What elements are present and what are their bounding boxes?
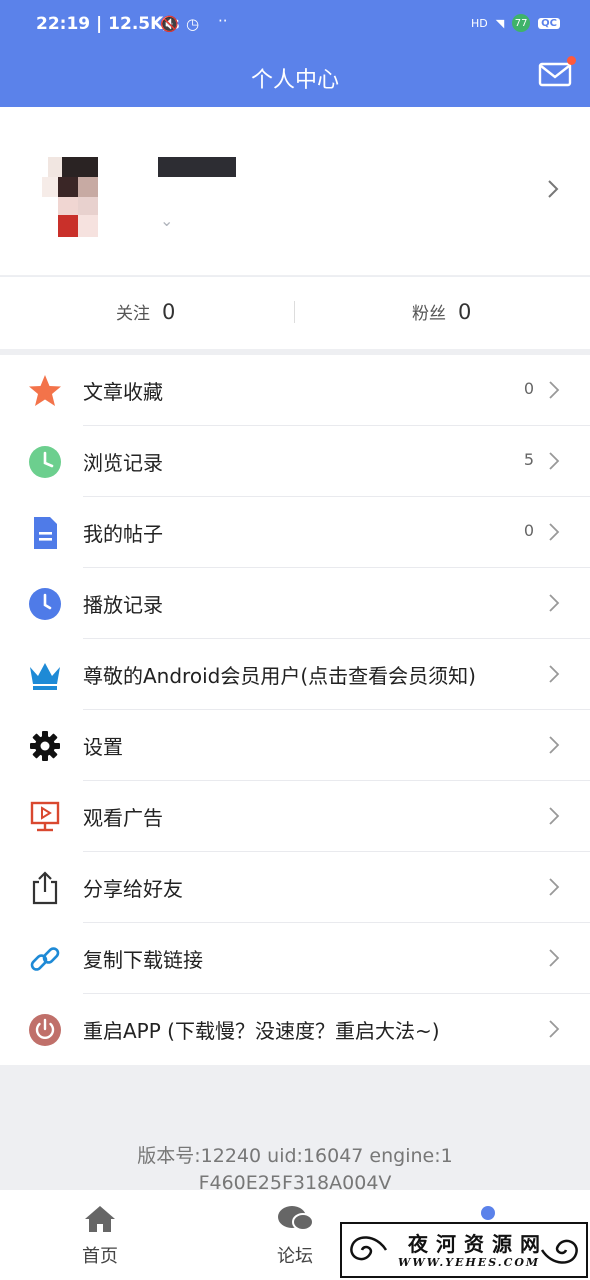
mail-button[interactable] [538,56,576,88]
document-icon [34,517,57,549]
follow-count: 0 [162,300,176,324]
level-chevron-icon: ⌄ [160,211,174,230]
crown-icon [30,663,60,690]
profile-card[interactable]: ⌄ [0,107,590,275]
tab-label: 首页 [82,1246,118,1267]
ornament-left-icon [350,1236,388,1261]
chevron-right-icon [549,1020,560,1038]
alarm-icon: ◷ [186,15,200,33]
chevron-right-icon [549,452,560,470]
menu-label: 设置 [83,735,123,759]
avatar[interactable] [38,157,102,245]
menu-label: 播放记录 [83,593,163,617]
mute-icon: 🔇 [160,15,179,33]
username-redacted [158,157,236,177]
menu-label: 观看广告 [83,806,163,830]
battery-icon: QC [538,17,560,29]
follow-stat[interactable]: 关注 0 [116,299,175,324]
menu-item-vip-notice[interactable]: 尊敬的Android会员用户(点击查看会员须知) [0,639,590,710]
fans-stat[interactable]: 粉丝 0 [412,299,471,324]
badge-77: 77 [512,14,531,32]
app-header: 个人中心 [0,50,590,107]
mail-badge [567,56,576,65]
tab-label: 论坛 [277,1246,313,1267]
chevron-right-icon [549,949,560,967]
chevron-right-icon [549,736,560,754]
watermark-url: WWW.YEHES.COM [398,1256,541,1269]
stats-row: 关注 0 粉丝 0 [0,276,590,349]
menu-label: 重启APP (下载慢？没速度？重启大法~) [83,1019,440,1043]
fans-label: 粉丝 [412,304,446,324]
menu-item-share[interactable]: 分享给好友 [0,852,590,923]
menu-item-watch-ads[interactable]: 观看广告 [0,781,590,852]
menu-label: 分享给好友 [83,877,183,901]
menu-count: 0 [523,521,534,540]
watermark-logo: 夜河资源网 WWW.YEHES.COM [340,1222,588,1278]
tab-forum[interactable]: 论坛 [255,1204,335,1268]
chevron-right-icon [549,878,560,896]
chevron-right-icon [549,665,560,683]
stats-divider [294,301,295,323]
wifi-icon: ◥ [495,16,505,30]
chevron-right-icon [549,381,560,399]
menu-label: 我的帖子 [83,522,163,546]
menu-label: 文章收藏 [83,380,163,404]
menu-item-copy-link[interactable]: 复制下载链接 [0,923,590,994]
menu-item-favorites[interactable]: 文章收藏 0 [0,355,590,426]
fans-count: 0 [458,300,472,324]
version-line-1: 版本号:12240 uid:16047 engine:1 [137,1145,453,1167]
menu-label: 浏览记录 [83,451,163,475]
menu-count: 0 [523,379,534,398]
chat-bubbles-icon [278,1206,314,1231]
page-title: 个人中心 [250,68,339,93]
chevron-right-icon [549,594,560,612]
status-icons: HD ◥ 77 QC [471,14,560,32]
gear-icon [30,731,60,761]
power-icon [29,1014,61,1046]
status-time: 22:19 | 12.5K/s [36,14,180,34]
ad-screen-icon [30,801,60,832]
menu-label: 复制下载链接 [83,948,203,972]
version-info: 版本号:12240 uid:16047 engine:1 F460E25F318… [0,1143,590,1197]
home-icon [85,1206,115,1232]
menu-item-settings[interactable]: 设置 [0,710,590,781]
follow-label: 关注 [116,304,150,324]
status-bar: 22:19 | 12.5K/s 🔇 ◷ ·· HD ◥ 77 QC [0,0,590,50]
signal-icon: HD [470,16,488,30]
menu-list: 文章收藏 0 浏览记录 5 我的帖子 0 播放记录 尊敬的Android会员用户… [0,355,590,1065]
chevron-right-icon [549,523,560,541]
menu-count: 5 [523,450,534,469]
tab-home[interactable]: 首页 [60,1204,140,1268]
share-icon [32,871,58,905]
watermark-text: 夜河资源网 [408,1232,548,1256]
menu-label: 尊敬的Android会员用户(点击查看会员须知) [83,664,476,688]
menu-item-restart-app[interactable]: 重启APP (下载慢？没速度？重启大法~) [0,994,590,1065]
menu-item-my-posts[interactable]: 我的帖子 0 [0,497,590,568]
chevron-right-icon [548,180,559,198]
menu-item-browse-history[interactable]: 浏览记录 5 [0,426,590,497]
clock-icon [29,446,61,478]
link-icon [30,947,60,971]
chevron-right-icon [549,807,560,825]
star-icon [29,375,61,406]
mail-icon [538,62,572,87]
menu-item-play-history[interactable]: 播放记录 [0,568,590,639]
play-history-icon [29,588,61,620]
more-dots-icon: ·· [218,12,228,30]
